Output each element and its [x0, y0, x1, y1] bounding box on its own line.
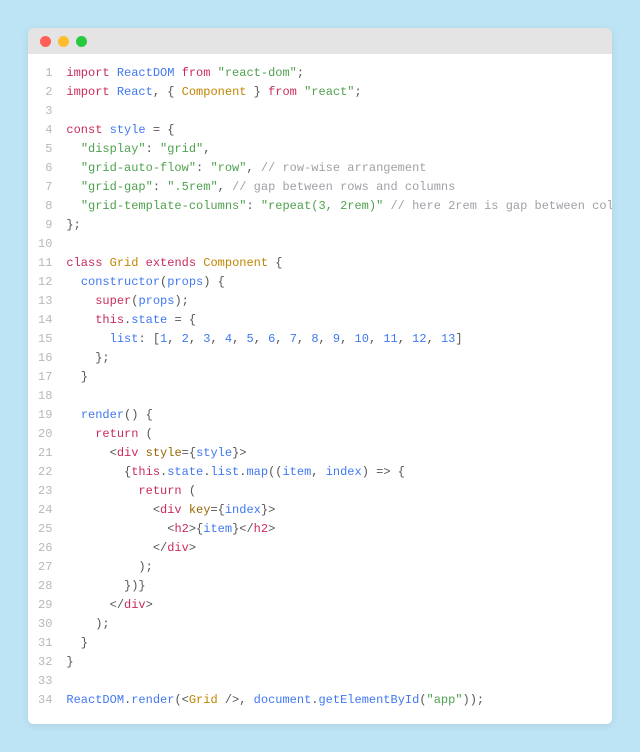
code-line[interactable]: </div>: [66, 539, 612, 558]
code-line[interactable]: };: [66, 349, 612, 368]
code-line[interactable]: </div>: [66, 596, 612, 615]
code-line[interactable]: this.state = {: [66, 311, 612, 330]
line-number: 17: [38, 368, 52, 387]
code-line[interactable]: return (: [66, 425, 612, 444]
line-number: 24: [38, 501, 52, 520]
code-line[interactable]: "display": "grid",: [66, 140, 612, 159]
line-number: 9: [38, 216, 52, 235]
code-line[interactable]: class Grid extends Component {: [66, 254, 612, 273]
code-line[interactable]: render() {: [66, 406, 612, 425]
line-number: 25: [38, 520, 52, 539]
line-number: 1: [38, 64, 52, 83]
code-line[interactable]: import ReactDOM from "react-dom";: [66, 64, 612, 83]
code-line[interactable]: const style = {: [66, 121, 612, 140]
code-line[interactable]: {this.state.list.map((item, index) => {: [66, 463, 612, 482]
line-number: 7: [38, 178, 52, 197]
code-line[interactable]: <h2>{item}</h2>: [66, 520, 612, 539]
line-number: 28: [38, 577, 52, 596]
code-line[interactable]: [66, 102, 612, 121]
code-line[interactable]: );: [66, 558, 612, 577]
line-number: 23: [38, 482, 52, 501]
code-line[interactable]: }: [66, 634, 612, 653]
code-line[interactable]: })}: [66, 577, 612, 596]
line-number: 14: [38, 311, 52, 330]
code-editor[interactable]: 1234567891011121314151617181920212223242…: [28, 54, 612, 724]
code-line[interactable]: "grid-gap": ".5rem", // gap between rows…: [66, 178, 612, 197]
titlebar: [28, 28, 612, 54]
code-line[interactable]: "grid-auto-flow": "row", // row-wise arr…: [66, 159, 612, 178]
code-line[interactable]: );: [66, 615, 612, 634]
code-line[interactable]: list: [1, 2, 3, 4, 5, 6, 7, 8, 9, 10, 11…: [66, 330, 612, 349]
line-number: 19: [38, 406, 52, 425]
code-line[interactable]: }: [66, 653, 612, 672]
minimize-icon[interactable]: [58, 36, 69, 47]
line-number: 21: [38, 444, 52, 463]
line-number: 31: [38, 634, 52, 653]
code-line[interactable]: "grid-template-columns": "repeat(3, 2rem…: [66, 197, 612, 216]
line-number: 2: [38, 83, 52, 102]
code-line[interactable]: [66, 672, 612, 691]
code-window: 1234567891011121314151617181920212223242…: [28, 28, 612, 724]
line-number: 27: [38, 558, 52, 577]
code-line[interactable]: };: [66, 216, 612, 235]
code-line[interactable]: <div style={style}>: [66, 444, 612, 463]
code-area[interactable]: import ReactDOM from "react-dom";import …: [66, 64, 612, 710]
line-number: 34: [38, 691, 52, 710]
line-number: 10: [38, 235, 52, 254]
code-line[interactable]: ReactDOM.render(<Grid />, document.getEl…: [66, 691, 612, 710]
line-number: 12: [38, 273, 52, 292]
line-number: 33: [38, 672, 52, 691]
code-line[interactable]: super(props);: [66, 292, 612, 311]
line-number: 26: [38, 539, 52, 558]
line-number: 18: [38, 387, 52, 406]
code-line[interactable]: import React, { Component } from "react"…: [66, 83, 612, 102]
line-number: 6: [38, 159, 52, 178]
close-icon[interactable]: [40, 36, 51, 47]
line-number: 15: [38, 330, 52, 349]
line-number: 11: [38, 254, 52, 273]
line-number: 20: [38, 425, 52, 444]
line-number: 3: [38, 102, 52, 121]
line-number: 32: [38, 653, 52, 672]
line-number: 16: [38, 349, 52, 368]
code-line[interactable]: <div key={index}>: [66, 501, 612, 520]
line-number-gutter: 1234567891011121314151617181920212223242…: [28, 64, 66, 710]
code-line[interactable]: constructor(props) {: [66, 273, 612, 292]
code-line[interactable]: return (: [66, 482, 612, 501]
line-number: 8: [38, 197, 52, 216]
line-number: 22: [38, 463, 52, 482]
line-number: 30: [38, 615, 52, 634]
code-line[interactable]: }: [66, 368, 612, 387]
line-number: 4: [38, 121, 52, 140]
line-number: 29: [38, 596, 52, 615]
line-number: 5: [38, 140, 52, 159]
code-line[interactable]: [66, 387, 612, 406]
line-number: 13: [38, 292, 52, 311]
maximize-icon[interactable]: [76, 36, 87, 47]
code-line[interactable]: [66, 235, 612, 254]
